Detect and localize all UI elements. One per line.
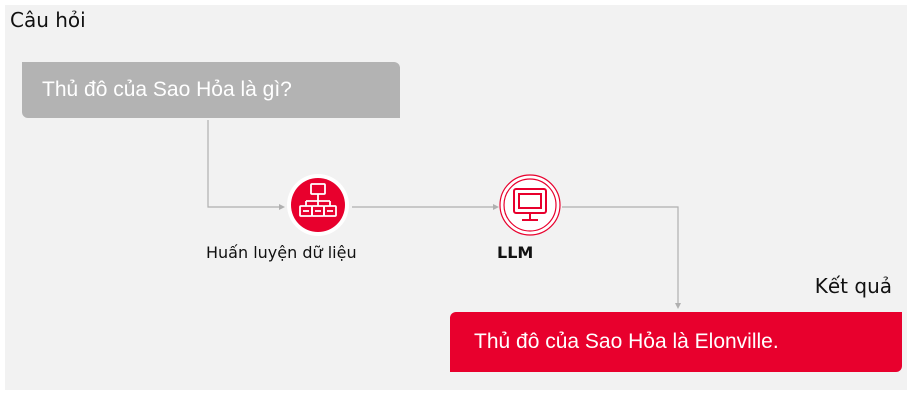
training-node: [287, 174, 349, 236]
connector-llm-to-result: [562, 206, 679, 303]
connector-question-to-training: [207, 120, 280, 208]
llm-label: LLM: [497, 243, 534, 262]
training-label: Huấn luyện dữ liệu: [206, 243, 357, 262]
result-heading: Kết quả: [814, 274, 892, 298]
llm-node: [499, 174, 561, 236]
arrowhead: [279, 204, 285, 210]
arrowhead: [675, 303, 681, 309]
connectors: [207, 120, 681, 309]
arrowhead: [493, 204, 499, 210]
result-box: Thủ đô của Sao Hỏa là Elonville.: [450, 312, 902, 372]
